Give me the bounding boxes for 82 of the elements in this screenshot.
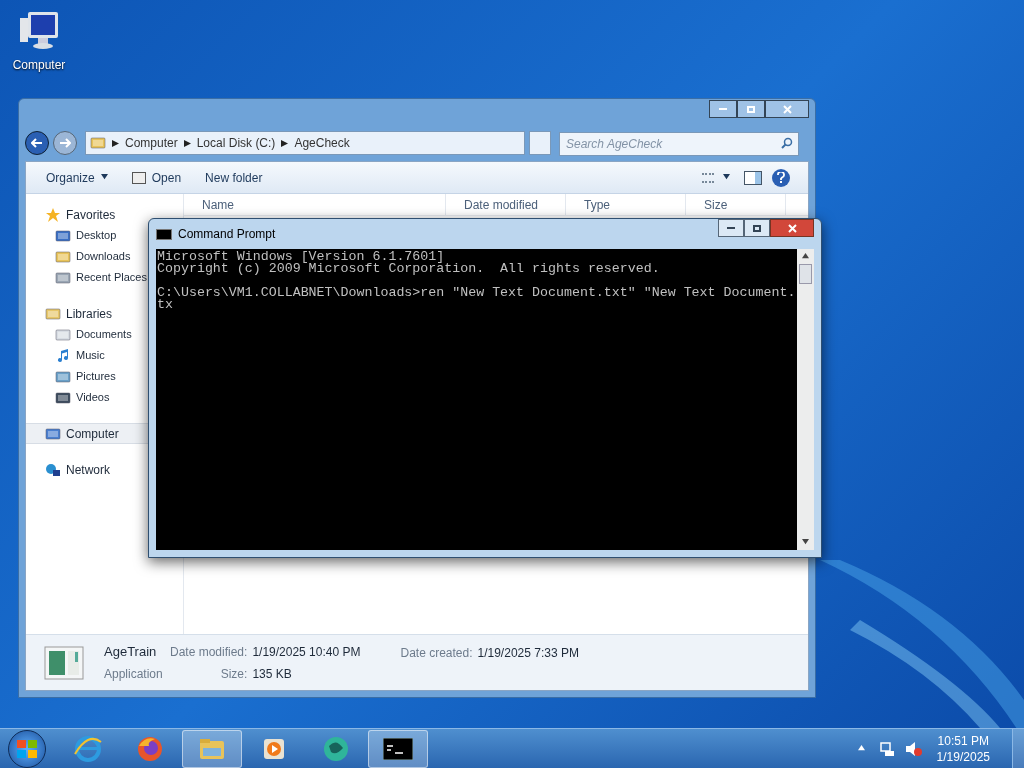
nav-item[interactable]: Music xyxy=(26,345,105,366)
terminal-icon xyxy=(156,228,172,240)
clock-date[interactable]: 1/19/2025 xyxy=(936,748,990,765)
breadcrumb-arrow-icon xyxy=(112,139,119,147)
search-field[interactable]: Search AgeCheck xyxy=(559,131,799,156)
browser-e-icon[interactable] xyxy=(73,733,103,764)
application-icon xyxy=(44,645,84,680)
dropdown-arrow-icon xyxy=(722,174,730,181)
breadcrumb[interactable]: Computer xyxy=(125,134,178,152)
column-header[interactable]: Name xyxy=(184,194,446,215)
close-icon xyxy=(782,104,792,114)
nav-item[interactable]: Recent Places xyxy=(26,267,147,288)
refresh-button[interactable] xyxy=(529,131,551,155)
scroll-down-arrow-icon xyxy=(802,539,809,546)
star-icon xyxy=(45,206,61,223)
start-button[interactable] xyxy=(8,729,46,768)
question-mark-icon xyxy=(777,172,785,183)
detail-value: 135 KB xyxy=(252,665,293,683)
forward-button[interactable] xyxy=(53,131,77,155)
terminal-icon[interactable] xyxy=(383,737,413,760)
minimize-button[interactable] xyxy=(709,100,737,118)
show-hidden-icons-button[interactable] xyxy=(857,745,865,752)
detail-label: Date modified: xyxy=(170,643,248,661)
close-button[interactable] xyxy=(770,219,814,237)
breadcrumb-arrow-icon xyxy=(281,139,289,147)
scroll-up-arrow-icon xyxy=(802,253,809,260)
breadcrumb[interactable]: Local Disk (C:) xyxy=(196,134,276,152)
console-line: Microsoft Windows [Version 6.1.7601] xyxy=(157,251,445,263)
help-button[interactable] xyxy=(772,168,790,187)
toolbar-button[interactable]: Organize xyxy=(44,165,110,190)
nav-item[interactable]: Computer xyxy=(26,423,149,444)
file-name: AgeTrain xyxy=(104,642,158,661)
scrollbar[interactable] xyxy=(797,249,814,550)
detail-value: 1/19/2025 10:40 PM xyxy=(252,643,361,661)
folder-icon xyxy=(45,305,61,322)
nav-item[interactable]: Downloads xyxy=(26,246,131,267)
console-line: C:\Users\VM1.COLLABNET\Downloads>ren "New Text Document.txt" "New Text Document. xyxy=(157,287,796,299)
close-icon xyxy=(787,223,797,233)
column-header[interactable]: Date modified xyxy=(446,194,566,215)
clock-time[interactable]: 10:51 PM xyxy=(937,732,989,749)
scrollbar-thumb[interactable] xyxy=(799,264,812,284)
column-header[interactable]: Type xyxy=(566,194,686,215)
desktop-icon-label[interactable]: Computer xyxy=(12,56,66,74)
preview-pane-button[interactable] xyxy=(744,170,762,185)
nav-item[interactable]: Documents xyxy=(26,324,132,345)
up-arrow-icon xyxy=(857,745,865,752)
nav-item[interactable]: Pictures xyxy=(26,366,116,387)
left-arrow-icon xyxy=(31,138,43,148)
nav-item[interactable]: Desktop xyxy=(26,225,117,246)
network-icon xyxy=(45,461,61,478)
right-arrow-icon xyxy=(59,138,71,148)
network-icon[interactable] xyxy=(878,740,895,757)
column-header[interactable]: Size xyxy=(686,194,786,215)
back-button[interactable] xyxy=(25,131,49,155)
maximize-button[interactable] xyxy=(744,219,770,237)
volume-muted-icon[interactable] xyxy=(904,740,923,757)
search-icon xyxy=(781,136,793,149)
folder-icon xyxy=(55,248,71,265)
nav-item[interactable]: Videos xyxy=(26,387,110,408)
detail-label: Date created: xyxy=(400,645,473,662)
taskbar-button[interactable] xyxy=(368,729,428,768)
nav-item[interactable]: Network xyxy=(26,459,112,480)
nav-item[interactable]: Favorites xyxy=(26,204,118,225)
folder-icon xyxy=(90,135,106,151)
file-type: Application xyxy=(104,666,164,684)
console-line: Copyright (c) 2009 Microsoft Corporation. All rights reserved. xyxy=(157,263,660,275)
breadcrumb-arrow-icon xyxy=(183,139,191,147)
close-button[interactable] xyxy=(765,100,809,118)
nav-item[interactable]: Libraries xyxy=(26,303,115,324)
address-bar[interactable]: Computer Local Disk (C:) AgeCheck xyxy=(85,131,525,155)
toolbar-button[interactable]: New folder xyxy=(203,165,265,190)
detail-value: 1/19/2025 7:33 PM xyxy=(477,645,579,662)
music-note-icon xyxy=(55,347,71,364)
maximize-button[interactable] xyxy=(737,100,765,118)
console-line: tx xyxy=(157,299,173,311)
minimize-button[interactable] xyxy=(718,219,744,237)
dropdown-arrow-icon xyxy=(100,174,108,181)
breadcrumb[interactable]: AgeCheck xyxy=(294,134,350,152)
toolbar-button[interactable]: Open xyxy=(129,165,184,190)
windows-logo-icon xyxy=(17,739,37,758)
window-title: Command Prompt xyxy=(178,226,276,243)
detail-label: Size: xyxy=(219,665,248,683)
